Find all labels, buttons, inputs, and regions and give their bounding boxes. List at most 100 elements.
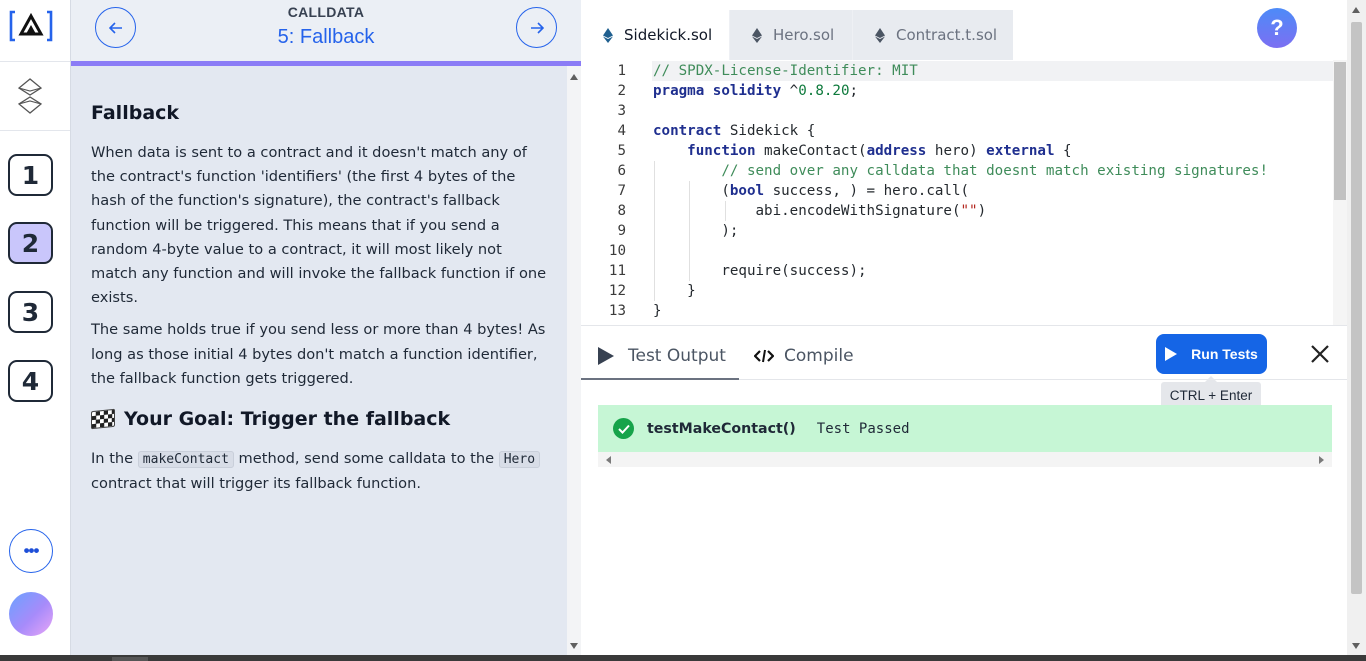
code-text: contract Sidekick { [653, 123, 816, 139]
stage-button-2[interactable]: 2 [8, 222, 53, 264]
test-result-row: testMakeContact() Test Passed [598, 405, 1332, 452]
line-number: 11 [608, 263, 626, 279]
code-line: 6 // send over any calldata that doesnt … [581, 161, 1333, 181]
arrow-right-icon [530, 21, 544, 34]
test-name: testMakeContact() [647, 420, 796, 437]
lesson-paragraph: The same holds true if you send less or … [91, 321, 546, 387]
goal-paragraph: In the makeContact method, send some cal… [91, 447, 547, 496]
line-number: 2 [617, 83, 626, 99]
code-text: // SPDX-License-Identifier: MIT [653, 63, 918, 79]
line-number: 9 [617, 223, 626, 239]
code-line: 2 pragma solidity ^0.8.20; [581, 81, 1333, 101]
code-line: 3 [581, 101, 1333, 121]
code-text: abi.encodeWithSignature("") [653, 203, 987, 219]
stage-button-3[interactable]: 3 [8, 291, 53, 333]
code-text: } [653, 303, 662, 319]
ethereum-logo-icon [17, 78, 43, 114]
lesson-content: Fallback When data is sent to a contract… [71, 66, 567, 655]
line-number: 5 [617, 143, 626, 159]
run-tests-button[interactable]: Run Tests [1156, 334, 1267, 374]
output-horizontal-scrollbar[interactable] [598, 452, 1332, 467]
test-status: Test Passed [816, 420, 910, 437]
close-icon[interactable] [1307, 341, 1333, 367]
inline-code: makeContact [137, 451, 234, 469]
page-scrollbar[interactable] [1347, 0, 1366, 655]
editor-scrollbar[interactable] [1333, 60, 1347, 325]
scroll-down-icon[interactable] [570, 643, 578, 649]
help-button[interactable]: ? [1257, 8, 1297, 48]
tab-label: Hero.sol [773, 26, 835, 44]
play-icon [1165, 347, 1178, 361]
code-line: 9 ); [581, 221, 1333, 241]
checkered-flag-icon [91, 408, 115, 430]
scroll-up-icon[interactable] [1352, 7, 1360, 13]
tab-label: Contract.t.sol [896, 26, 998, 44]
run-tests-label: Run Tests [1191, 346, 1258, 362]
code-line: 8 abi.encodeWithSignature("") [581, 201, 1333, 221]
line-number: 4 [617, 123, 626, 139]
question-mark-icon: ? [1270, 15, 1284, 40]
ethereum-icon [752, 27, 762, 43]
play-icon [598, 346, 614, 365]
goal-text: method, send some calldata to the [238, 450, 495, 468]
scroll-right-icon[interactable] [1319, 456, 1324, 464]
code-line: 1 // SPDX-License-Identifier: MIT [581, 61, 1333, 81]
next-lesson-button[interactable] [516, 7, 557, 48]
lesson-header: CALLDATA 5: Fallback [71, 0, 581, 61]
line-number: 3 [617, 103, 626, 119]
goal-heading: Your Goal: Trigger the fallback [91, 408, 547, 430]
scrollbar-thumb[interactable] [1351, 22, 1362, 594]
tab-label: Sidekick.sol [624, 26, 713, 44]
code-text: } [653, 283, 696, 299]
goal-text: In the [91, 450, 134, 468]
scroll-down-icon[interactable] [1352, 643, 1360, 649]
line-number: 7 [617, 183, 626, 199]
tab-sidekick-sol[interactable]: Sidekick.sol [581, 10, 729, 60]
code-line: 7 (bool success, ) = hero.call( [581, 181, 1333, 201]
code-icon [754, 349, 774, 362]
section-title: CALLDATA [287, 4, 365, 20]
line-number: 12 [608, 283, 626, 299]
lesson-paragraph: When data is sent to a contract and it d… [91, 144, 547, 307]
tab-hero-sol[interactable]: Hero.sol [730, 10, 852, 60]
stage-button-4[interactable]: 4 [8, 360, 53, 402]
tab-test-output[interactable]: Test Output [597, 333, 726, 378]
tab-label: Test Output [628, 345, 726, 366]
line-number: 6 [617, 163, 626, 179]
code-text: pragma solidity ^0.8.20; [653, 83, 859, 99]
left-rail: 1 2 3 4 ••• [0, 0, 71, 655]
code-line: 5 function makeContact(address hero) ext… [581, 141, 1333, 161]
tab-compile[interactable]: Compile [754, 333, 854, 378]
active-tab-indicator [581, 378, 739, 380]
line-number: 10 [608, 243, 626, 259]
code-text: // send over any calldata that doesnt ma… [721, 163, 1269, 179]
stage-button-1[interactable]: 1 [8, 154, 53, 196]
code-line: 10 [581, 241, 1333, 261]
panel-divider [581, 325, 1347, 326]
window-bottom-edge [0, 655, 1366, 661]
code-line: 13} [581, 301, 1333, 321]
rail-divider [0, 130, 70, 131]
code-editor[interactable]: 1 // SPDX-License-Identifier: MIT 2 pragma… [581, 60, 1333, 325]
more-options-button[interactable]: ••• [9, 529, 53, 573]
tab-divider [739, 379, 1347, 380]
code-text: function makeContact(address hero) exter… [687, 143, 1072, 159]
code-text: (bool success, ) = hero.call( [653, 183, 970, 199]
scrollbar-thumb[interactable] [1334, 62, 1346, 200]
alchemy-logo-icon[interactable] [9, 9, 53, 43]
code-line: 4 contract Sidekick { [581, 121, 1333, 141]
user-avatar[interactable] [9, 592, 53, 636]
lesson-scrollbar[interactable] [567, 66, 581, 655]
ellipsis-icon: ••• [23, 541, 40, 560]
goal-text: contract that will trigger its fallback … [91, 475, 421, 493]
scroll-up-icon[interactable] [570, 74, 578, 80]
code-text: ); [653, 223, 739, 239]
lesson-title: 5: Fallback [277, 26, 375, 48]
editor-tabbar: Sidekick.sol Hero.sol Contract.t.sol [581, 10, 1013, 60]
tab-label: Compile [784, 345, 854, 366]
tab-contract-t-sol[interactable]: Contract.t.sol [853, 10, 1013, 60]
inline-code: Hero [498, 451, 541, 469]
lesson-heading: Fallback [91, 102, 180, 124]
scroll-left-icon[interactable] [606, 456, 611, 464]
rail-divider [0, 61, 70, 62]
